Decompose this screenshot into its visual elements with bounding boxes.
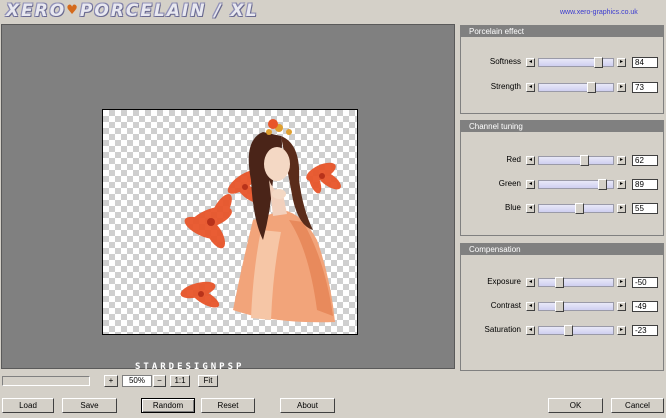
contrast-decrease-arrow-icon[interactable]: ◂ <box>526 302 535 311</box>
blue-value-field[interactable]: 55 <box>632 203 658 214</box>
green-value-field[interactable]: 89 <box>632 179 658 190</box>
zoom-actual-size-button[interactable]: 1:1 <box>170 375 190 387</box>
logo-text-left: XERO <box>6 1 67 21</box>
title-bar: XERO♥PORCELAIN / XL www.xero-graphics.co… <box>0 0 666 24</box>
preview-canvas[interactable] <box>102 109 358 335</box>
cancel-button[interactable]: Cancel <box>611 398 664 413</box>
strength-label: Strength <box>490 82 521 91</box>
blue-increase-arrow-icon[interactable]: ▸ <box>617 204 626 213</box>
strength-decrease-arrow-icon[interactable]: ◂ <box>526 83 535 92</box>
website-link[interactable]: www.xero-graphics.co.uk <box>560 9 638 16</box>
load-button[interactable]: Load <box>2 398 54 413</box>
blue-label: Blue <box>504 203 521 212</box>
progress-bar <box>2 376 90 386</box>
panel-title: Porcelain effect <box>461 26 663 37</box>
red-label: Red <box>506 155 521 164</box>
red-value-field[interactable]: 62 <box>632 155 658 166</box>
exposure-slider-thumb[interactable] <box>555 277 564 288</box>
heart-icon: ♥ <box>66 3 80 18</box>
green-decrease-arrow-icon[interactable]: ◂ <box>526 180 535 189</box>
contrast-increase-arrow-icon[interactable]: ▸ <box>617 302 626 311</box>
watermark-text: STARDESIGNPSP <box>135 362 245 372</box>
exposure-decrease-arrow-icon[interactable]: ◂ <box>526 278 535 287</box>
strength-value-field[interactable]: 73 <box>632 82 658 93</box>
preview-image <box>180 119 341 323</box>
saturation-decrease-arrow-icon[interactable]: ◂ <box>526 326 535 335</box>
saturation-label: Saturation <box>484 325 521 334</box>
zoom-level-field[interactable]: 50% <box>122 375 152 387</box>
red-slider-track[interactable] <box>538 156 614 165</box>
softness-increase-arrow-icon[interactable]: ▸ <box>617 58 626 67</box>
green-increase-arrow-icon[interactable]: ▸ <box>617 180 626 189</box>
contrast-slider-track[interactable] <box>538 302 614 311</box>
saturation-increase-arrow-icon[interactable]: ▸ <box>617 326 626 335</box>
plugin-logo: XERO♥PORCELAIN / XL <box>6 1 259 21</box>
channel-tuning-panel: Channel tuning <box>460 120 664 236</box>
ok-button[interactable]: OK <box>548 398 603 413</box>
porcelain-effect-panel: Porcelain effect <box>460 25 664 114</box>
preview-area[interactable]: STARDESIGNPSP <box>1 24 455 372</box>
strength-slider-thumb[interactable] <box>587 82 596 93</box>
exposure-label: Exposure <box>487 277 521 286</box>
zoom-in-button[interactable]: + <box>104 375 118 387</box>
saturation-slider-thumb[interactable] <box>564 325 573 336</box>
panel-title: Channel tuning <box>461 121 663 132</box>
softness-slider-thumb[interactable] <box>594 57 603 68</box>
red-decrease-arrow-icon[interactable]: ◂ <box>526 156 535 165</box>
red-slider-thumb[interactable] <box>580 155 589 166</box>
panel-title: Compensation <box>461 244 663 255</box>
logo-text-right: PORCELAIN / XL <box>79 1 259 21</box>
blue-decrease-arrow-icon[interactable]: ◂ <box>526 204 535 213</box>
softness-value-field[interactable]: 84 <box>632 57 658 68</box>
blue-slider-thumb[interactable] <box>575 203 584 214</box>
contrast-value-field[interactable]: -49 <box>632 301 658 312</box>
green-slider-thumb[interactable] <box>598 179 607 190</box>
strength-increase-arrow-icon[interactable]: ▸ <box>617 83 626 92</box>
about-button[interactable]: About <box>280 398 335 413</box>
softness-label: Softness <box>489 57 521 66</box>
zoom-fit-button[interactable]: Fit <box>198 375 218 387</box>
random-button[interactable]: Random <box>141 398 195 413</box>
red-increase-arrow-icon[interactable]: ▸ <box>617 156 626 165</box>
save-button[interactable]: Save <box>62 398 117 413</box>
contrast-slider-thumb[interactable] <box>555 301 564 312</box>
strength-slider-track[interactable] <box>538 83 614 92</box>
saturation-slider-track[interactable] <box>538 326 614 335</box>
softness-decrease-arrow-icon[interactable]: ◂ <box>526 58 535 67</box>
exposure-increase-arrow-icon[interactable]: ▸ <box>617 278 626 287</box>
reset-button[interactable]: Reset <box>201 398 255 413</box>
exposure-value-field[interactable]: -50 <box>632 277 658 288</box>
green-label: Green <box>498 179 521 188</box>
contrast-label: Contrast <box>490 301 521 310</box>
saturation-value-field[interactable]: -23 <box>632 325 658 336</box>
exposure-slider-track[interactable] <box>538 278 614 287</box>
zoom-out-button[interactable]: − <box>153 375 166 387</box>
